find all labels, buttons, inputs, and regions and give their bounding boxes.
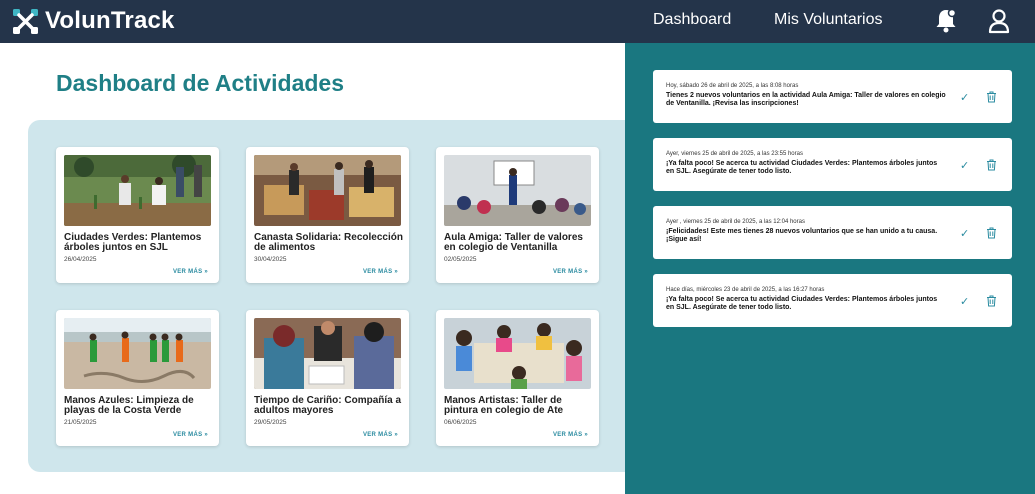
activity-date: 06/06/2025 [444, 419, 477, 426]
notification-time: Ayer, viernes 25 de abril de 2025, a las… [666, 151, 803, 157]
activity-date: 29/05/2025 [254, 419, 287, 426]
voluntrack-logo-icon [13, 8, 38, 34]
ver-mas-link[interactable]: VER MÁS » [173, 269, 208, 275]
activity-image [254, 318, 401, 389]
ver-mas-link[interactable]: VER MÁS » [363, 432, 398, 438]
ver-mas-link[interactable]: VER MÁS » [363, 269, 398, 275]
trash-icon[interactable] [986, 295, 997, 307]
trash-icon[interactable] [986, 91, 997, 103]
activity-date: 02/05/2025 [444, 256, 477, 263]
ver-mas-link[interactable]: VER MÁS » [173, 432, 208, 438]
activity-image [254, 155, 401, 226]
notification-time: Hoy, sábado 26 de abril de 2025, a las 8… [666, 83, 799, 89]
notification-message: ¡Ya falta poco! Se acerca tu actividad C… [666, 160, 938, 175]
nav-dashboard[interactable]: Dashboard [653, 11, 731, 29]
check-icon[interactable]: ✓ [960, 295, 969, 308]
ver-mas-link[interactable]: VER MÁS » [553, 269, 588, 275]
activities-board: Ciudades Verdes: Plantemos árboles junto… [28, 120, 648, 472]
trash-icon[interactable] [986, 227, 997, 239]
bell-icon[interactable] [934, 8, 958, 34]
notification-message: ¡Ya falta poco! Se acerca tu actividad C… [666, 296, 938, 311]
trash-icon[interactable] [986, 159, 997, 171]
brand-name: VolunTrack [45, 7, 175, 34]
activity-card[interactable]: Manos Artistas: Taller de pintura en col… [436, 310, 599, 446]
notification-item[interactable]: Hoy, sábado 26 de abril de 2025, a las 8… [653, 70, 1012, 123]
activity-image [444, 155, 591, 226]
activity-card[interactable]: Tiempo de Cariño: Compañía a adultos may… [246, 310, 409, 446]
brand[interactable]: VolunTrack [12, 6, 175, 36]
activity-title: Manos Azules: Limpieza de playas de la C… [64, 395, 194, 416]
nav-mis-voluntarios[interactable]: Mis Voluntarios [774, 11, 883, 29]
notification-message: ¡Felicidades! Este mes tienes 28 nuevos … [666, 228, 938, 243]
user-icon[interactable] [987, 8, 1011, 34]
activity-title: Canasta Solidaria: Recolección de alimen… [254, 232, 403, 253]
ver-mas-link[interactable]: VER MÁS » [553, 432, 588, 438]
notification-item[interactable]: Ayer , viernes 25 de abril de 2025, a la… [653, 206, 1012, 259]
check-icon[interactable]: ✓ [960, 159, 969, 172]
activity-card[interactable]: Aula Amiga: Taller de valores en colegio… [436, 147, 599, 283]
check-icon[interactable]: ✓ [960, 227, 969, 240]
activity-card[interactable]: Ciudades Verdes: Plantemos árboles junto… [56, 147, 219, 283]
top-navbar: VolunTrack Dashboard Mis Voluntarios [0, 0, 1035, 43]
activity-image [444, 318, 591, 389]
activity-title: Tiempo de Cariño: Compañía a adultos may… [254, 395, 402, 416]
activity-date: 30/04/2025 [254, 256, 287, 263]
notification-item[interactable]: Ayer, viernes 25 de abril de 2025, a las… [653, 138, 1012, 191]
activity-image [64, 318, 211, 389]
check-icon[interactable]: ✓ [960, 91, 969, 104]
page-title: Dashboard de Actividades [56, 70, 345, 96]
activity-image [64, 155, 211, 226]
notifications-panel: Hoy, sábado 26 de abril de 2025, a las 8… [625, 43, 1035, 494]
activity-card[interactable]: Canasta Solidaria: Recolección de alimen… [246, 147, 409, 283]
activity-card[interactable]: Manos Azules: Limpieza de playas de la C… [56, 310, 219, 446]
activity-date: 21/05/2025 [64, 419, 97, 426]
activity-title: Aula Amiga: Taller de valores en colegio… [444, 232, 583, 253]
activity-title: Manos Artistas: Taller de pintura en col… [444, 395, 564, 416]
activity-date: 26/04/2025 [64, 256, 97, 263]
notification-time: Ayer , viernes 25 de abril de 2025, a la… [666, 219, 805, 225]
notification-item[interactable]: Hace días, miércoles 23 de abril de 2025… [653, 274, 1012, 327]
notification-message: Tienes 2 nuevos voluntarios en la activi… [666, 92, 946, 107]
notification-time: Hace días, miércoles 23 de abril de 2025… [666, 287, 825, 293]
activity-title: Ciudades Verdes: Plantemos árboles junto… [64, 232, 202, 253]
